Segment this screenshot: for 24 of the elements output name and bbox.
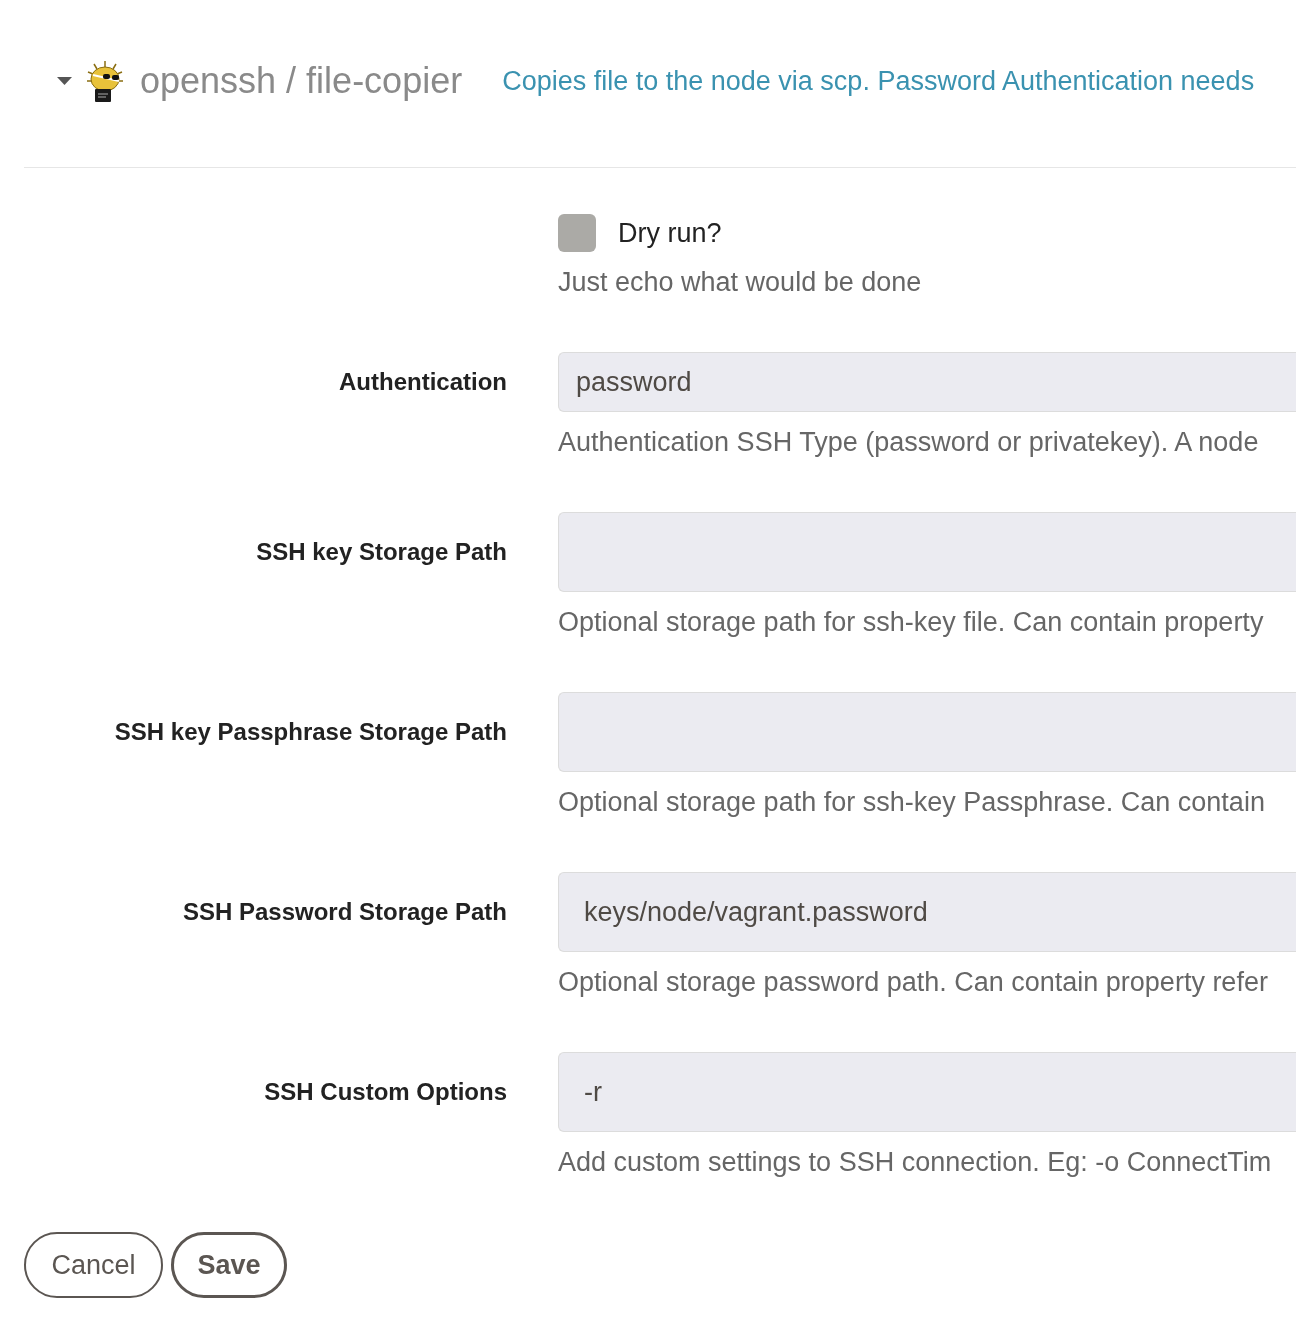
checkbox-label: Dry run? bbox=[618, 217, 722, 250]
help-text: Optional storage password path. Can contain property refer bbox=[558, 967, 1268, 997]
text-field[interactable] bbox=[558, 512, 1296, 592]
field-label: SSH key Storage Path bbox=[256, 538, 507, 565]
help-text: Just echo what would be done bbox=[558, 267, 922, 297]
field-label: SSH Custom Options bbox=[264, 1078, 507, 1105]
field-label: SSH Password Storage Path bbox=[182, 898, 507, 925]
help-text: Optional storage path for ssh-key file. Can contain property bbox=[558, 607, 1264, 637]
checkbox[interactable] bbox=[558, 214, 596, 252]
help-text: Add custom settings to SSH connection. Eg: -o ConnectTim bbox=[558, 1147, 1272, 1177]
field-label: Authentication bbox=[339, 368, 507, 395]
cancel-button[interactable]: Cancel bbox=[24, 1232, 163, 1298]
select-field[interactable]: password bbox=[558, 352, 1296, 412]
text-field[interactable]: -r bbox=[558, 1052, 1296, 1132]
text-field[interactable] bbox=[558, 692, 1296, 772]
help-text: Optional storage path for ssh-key Passphrase. Can contain bbox=[558, 787, 1265, 817]
caret-icon[interactable] bbox=[57, 77, 72, 85]
help-text: Authentication SSH Type (password or privatekey). A node bbox=[558, 427, 1259, 457]
plugin-description: Copies file to the node via scp. Password Authentication needs bbox=[502, 65, 1255, 98]
plugin-title: openssh / file-copier bbox=[140, 59, 463, 103]
pufferfish-icon bbox=[85, 59, 125, 103]
text-field[interactable]: keys/node/vagrant.password bbox=[558, 872, 1296, 952]
save-button[interactable]: Save bbox=[171, 1232, 287, 1298]
field-label: SSH key Passphrase Storage Path bbox=[114, 718, 507, 745]
